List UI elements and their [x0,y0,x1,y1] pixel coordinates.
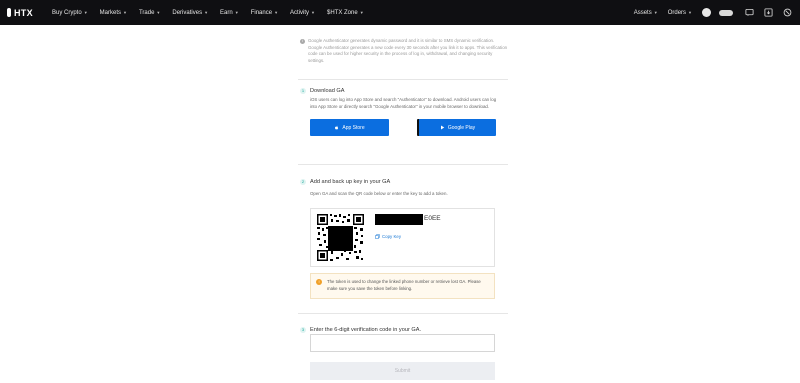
nav-markets[interactable]: Markets ▼ [100,10,127,16]
step-download-ga: 1 Download GA iOS users can log into App… [300,87,508,136]
chevron-down-icon: ▼ [204,10,209,15]
verification-code-input[interactable] [310,334,495,352]
nav-earn[interactable]: Earn ▼ [220,10,239,16]
apple-icon [334,125,339,130]
app-store-button[interactable]: App Store [310,119,389,136]
nav-trade[interactable]: Trade ▼ [139,10,160,16]
ga-intro: i Google Authenticator generates dynamic… [300,38,508,64]
step-description: Open GA and scan the QR code below or en… [310,191,448,196]
warning-icon: ! [316,279,322,285]
chevron-down-icon: ▼ [688,10,692,15]
step-title: Download GA [310,88,345,94]
copy-key-button[interactable]: Copy Key [375,234,401,239]
step-number: 3 [300,327,306,333]
nav-htx-zone[interactable]: $HTX Zone ▼ [327,10,364,16]
qr-code [316,213,365,262]
info-icon: i [300,39,305,44]
nav-right: Assets ▼ Orders ▼ [634,0,800,25]
warning-text: The token is used to change the linked p… [327,279,481,291]
nav-orders[interactable]: Orders ▼ [668,10,692,16]
download-icon[interactable] [762,7,774,19]
play-icon [440,125,445,130]
htx-logo[interactable]: HTX [6,8,44,18]
divider [298,79,508,80]
messages-icon[interactable] [743,7,755,19]
nav-finance[interactable]: Finance ▼ [251,10,278,16]
step-number: 1 [300,88,306,94]
step-title: Add and back up key in your GA [310,179,391,185]
step-title: Enter the 6-digit verification code in y… [310,327,421,333]
chevron-down-icon: ▼ [156,10,161,15]
chevron-down-icon: ▼ [83,10,88,15]
step-number: 2 [300,179,306,185]
step-add-key: 2 Add and back up key in your GA Open GA… [300,178,508,198]
chevron-down-icon: ▼ [234,10,239,15]
nav-derivatives[interactable]: Derivatives ▼ [172,10,208,16]
intro-text: Google Authenticator generates dynamic p… [308,38,508,63]
htx-flame-icon [6,8,12,17]
top-navbar: HTX Buy Crypto ▼ Markets ▼ Trade ▼ Derivati… [0,0,800,25]
divider [298,164,508,165]
token-warning: ! The token is used to change the linked… [310,273,495,299]
nav-activity[interactable]: Activity ▼ [290,10,315,16]
vip-badge-icon[interactable] [719,9,733,16]
chevron-down-icon: ▼ [123,10,127,15]
nav-buy-crypto[interactable]: Buy Crypto ▼ [52,10,88,16]
redacted-key [375,214,423,225]
copy-icon [375,234,380,239]
chevron-down-icon: ▼ [274,10,279,15]
avatar[interactable] [702,8,711,17]
chevron-down-icon: ▼ [311,10,316,15]
submit-button[interactable]: Submit [310,362,495,380]
chevron-down-icon: ▼ [359,10,364,15]
step-description: iOS users can log into App Store and sea… [310,97,497,109]
key-card: E0EE Copy Key [310,208,495,267]
globe-icon[interactable] [781,7,793,19]
chevron-down-icon: ▼ [653,10,658,15]
google-play-button[interactable]: Google Play [417,119,496,136]
step-verify-code: 3 Enter the 6-digit verification code in… [300,326,508,334]
divider [298,313,508,314]
secret-key-suffix: E0EE [424,215,441,222]
nav-assets[interactable]: Assets ▼ [634,10,658,16]
